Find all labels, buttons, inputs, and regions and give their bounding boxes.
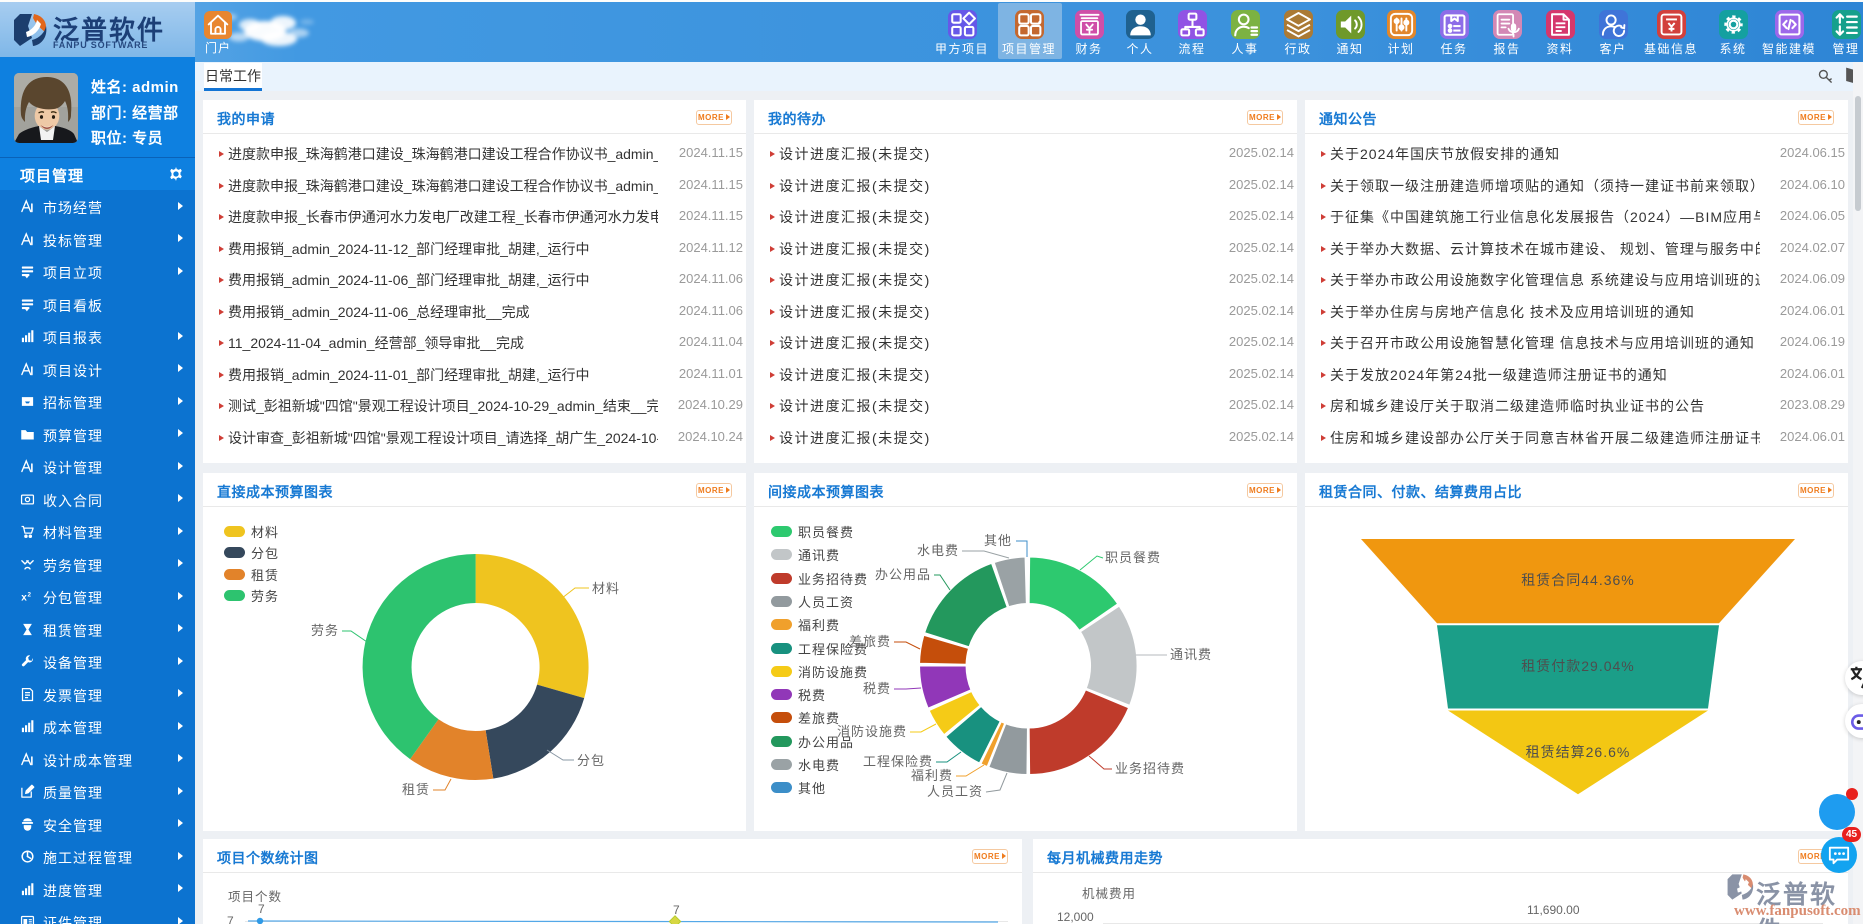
svg-text:其他: 其他 bbox=[984, 533, 1012, 548]
svg-text:通讯费: 通讯费 bbox=[1170, 647, 1212, 662]
svg-text:工程保险费: 工程保险费 bbox=[863, 754, 933, 769]
svg-text:业务招待费: 业务招待费 bbox=[1115, 761, 1185, 776]
svg-text:租赁合同44.36%: 租赁合同44.36% bbox=[1521, 572, 1634, 588]
svg-text:7: 7 bbox=[673, 903, 680, 917]
svg-text:12,000: 12,000 bbox=[1057, 910, 1094, 924]
svg-text:水电费: 水电费 bbox=[917, 543, 959, 558]
svg-text:差旅费: 差旅费 bbox=[849, 634, 891, 649]
svg-text:租赁: 租赁 bbox=[402, 782, 430, 797]
svg-text:项目个数: 项目个数 bbox=[228, 889, 282, 904]
svg-text:分包: 分包 bbox=[577, 753, 605, 768]
svg-text:机械费用: 机械费用 bbox=[1082, 886, 1136, 901]
svg-text:职员餐费: 职员餐费 bbox=[1105, 550, 1161, 565]
svg-text:x: x bbox=[21, 592, 27, 603]
svg-text:租赁付款29.04%: 租赁付款29.04% bbox=[1521, 658, 1634, 674]
svg-text:材料: 材料 bbox=[592, 581, 620, 596]
svg-text:2: 2 bbox=[28, 592, 32, 599]
svg-text:11,690.00: 11,690.00 bbox=[1527, 903, 1580, 917]
svg-text:税费: 税费 bbox=[863, 681, 891, 696]
svg-text:租赁结算26.6%: 租赁结算26.6% bbox=[1526, 744, 1631, 760]
svg-text:办公用品: 办公用品 bbox=[875, 567, 931, 582]
svg-text:7: 7 bbox=[227, 914, 234, 924]
svg-text:人员工资: 人员工资 bbox=[927, 784, 983, 799]
svg-text:7: 7 bbox=[258, 902, 265, 916]
svg-text:消防设施费: 消防设施费 bbox=[837, 724, 907, 739]
svg-text:劳务: 劳务 bbox=[311, 623, 339, 638]
svg-text:福利费: 福利费 bbox=[911, 768, 953, 783]
